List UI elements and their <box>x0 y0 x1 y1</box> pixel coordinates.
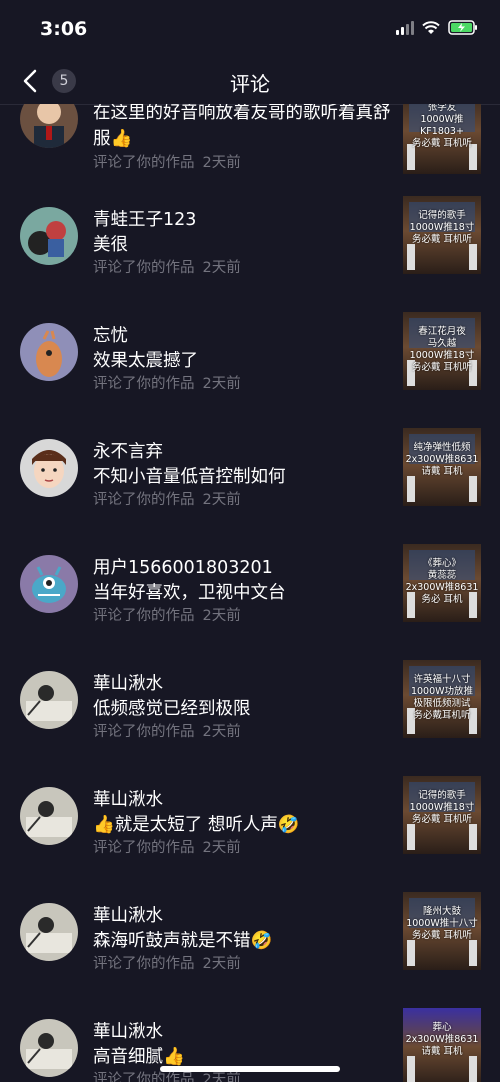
nav-bar: 5 评论 <box>0 58 500 105</box>
timestamp: 2天前 <box>202 155 241 171</box>
action-text: 评论了你的作品 <box>93 492 195 508</box>
avatar[interactable] <box>20 1019 78 1077</box>
list-item[interactable]: 青蛙王子123 美很 评论了你的作品 2天前 记得的歌手 1000W推18寸 务必… <box>0 196 500 312</box>
action-text: 评论了你的作品 <box>93 608 195 624</box>
list-item[interactable]: 華山湫水 👍就是太短了 想听人声🤣 评论了你的作品 2天前 记得的歌手 1000W… <box>0 776 500 892</box>
comment-meta: 评论了你的作品 2天前 <box>93 836 241 857</box>
thumbnail-caption: 葬心 2x300W推8631 请戴 耳机 <box>405 1022 479 1057</box>
user-name[interactable]: 華山湫水 <box>93 902 163 927</box>
thumbnail-caption: 《葬心》 黄蕊蕊 2x300W推8631 务必 耳机 <box>405 558 479 605</box>
user-name[interactable]: 用户1566001803201 <box>93 554 273 579</box>
status-bar: 3:06 <box>0 0 500 58</box>
status-time: 3:06 <box>40 18 88 40</box>
list-item[interactable]: 華山湫水 低频感觉已经到极限 评论了你的作品 2天前 许英福十八寸 1000W功放… <box>0 660 500 776</box>
user-name[interactable]: 忘忧 <box>93 322 128 347</box>
user-name[interactable]: 華山湫水 <box>93 670 163 695</box>
timestamp: 2天前 <box>202 956 241 972</box>
list-item[interactable]: 用户1566001803201 当年好喜欢，卫视中文台 评论了你的作品 2天前 《… <box>0 544 500 660</box>
comment-text: 效果太震撼了 <box>93 351 198 371</box>
user-name[interactable]: 永不言弃 <box>93 438 163 463</box>
video-thumbnail[interactable]: 记得的歌手 1000W推18寸 务必戴 耳机听 <box>403 196 481 274</box>
video-thumbnail[interactable]: 《葬心》 黄蕊蕊 2x300W推8631 务必 耳机 <box>403 544 481 622</box>
timestamp: 2天前 <box>202 492 241 508</box>
video-thumbnail[interactable]: 张学友 1000W推KF1803+ 务必戴 耳机听 <box>403 104 481 174</box>
timestamp: 2天前 <box>202 608 241 624</box>
thumbnail-caption: 春江花月夜 马久越 1000W推18寸 务必戴 耳机听 <box>409 326 475 373</box>
timestamp: 2天前 <box>202 1072 241 1082</box>
thumbnail-caption: 记得的歌手 1000W推18寸 务必戴 耳机听 <box>409 210 475 245</box>
comment-meta: 评论了你的作品 2天前 <box>93 604 241 625</box>
comment-meta: 评论了你的作品 2天前 <box>93 952 241 973</box>
thumbnail-caption: 隆州大鼓 1000W推十八寸 务必戴 耳机听 <box>406 906 478 941</box>
avatar[interactable] <box>20 207 78 265</box>
page-title: 评论 <box>230 72 270 96</box>
avatar[interactable] <box>20 787 78 845</box>
comment-meta: 评论了你的作品 2天前 <box>93 151 241 172</box>
thumbnail-caption: 张学友 1000W推KF1803+ 务必戴 耳机听 <box>411 104 473 149</box>
video-thumbnail[interactable]: 隆州大鼓 1000W推十八寸 务必戴 耳机听 <box>403 892 481 970</box>
video-thumbnail[interactable]: 春江花月夜 马久越 1000W推18寸 务必戴 耳机听 <box>403 312 481 390</box>
comment-text: 当年好喜欢，卫视中文台 <box>93 583 286 603</box>
action-text: 评论了你的作品 <box>93 155 195 171</box>
comment-text: 森海听鼓声就是不错🤣 <box>93 931 273 951</box>
action-text: 评论了你的作品 <box>93 956 195 972</box>
avatar[interactable] <box>20 439 78 497</box>
video-thumbnail[interactable]: 纯净弹性低频 2x300W推8631 请戴 耳机 <box>403 428 481 506</box>
comment-text: 低频感觉已经到极限 <box>93 699 251 719</box>
action-text: 评论了你的作品 <box>93 840 195 856</box>
action-text: 评论了你的作品 <box>93 724 195 740</box>
avatar[interactable] <box>20 903 78 961</box>
home-indicator[interactable] <box>160 1066 340 1072</box>
comment-text: 在这里的好音响放着友哥的歌听着真舒服👍 <box>93 104 391 149</box>
comment-text: 不知小音量低音控制如何 <box>93 467 286 487</box>
video-thumbnail[interactable]: 许英福十八寸 1000W功放推 极限低频测试 务必戴耳机听 <box>403 660 481 738</box>
action-text: 评论了你的作品 <box>93 260 195 276</box>
avatar[interactable] <box>20 555 78 613</box>
timestamp: 2天前 <box>202 840 241 856</box>
action-text: 评论了你的作品 <box>93 376 195 392</box>
comment-meta: 评论了你的作品 2天前 <box>93 720 241 741</box>
battery-charging-icon <box>448 20 478 35</box>
comment-meta: 评论了你的作品 2天前 <box>93 488 241 509</box>
thumbnail-caption: 纯净弹性低频 2x300W推8631 请戴 耳机 <box>405 442 479 477</box>
timestamp: 2天前 <box>202 260 241 276</box>
timestamp: 2天前 <box>202 724 241 740</box>
list-item[interactable]: 永不言弃 不知小音量低音控制如何 评论了你的作品 2天前 纯净弹性低频 2x300… <box>0 428 500 544</box>
avatar[interactable] <box>20 104 78 148</box>
wifi-icon <box>422 20 440 35</box>
video-thumbnail[interactable]: 葬心 2x300W推8631 请戴 耳机 <box>403 1008 481 1082</box>
comment-list[interactable]: 在这里的好音响放着友哥的歌听着真舒服👍 评论了你的作品 2天前 张学友 1000W… <box>0 104 500 1082</box>
video-thumbnail[interactable]: 记得的歌手 1000W推18寸 务必戴 耳机听 <box>403 776 481 854</box>
comment-meta: 评论了你的作品 2天前 <box>93 256 241 277</box>
comment-text: 美很 <box>93 235 128 255</box>
status-icons <box>396 20 478 35</box>
avatar[interactable] <box>20 323 78 381</box>
user-name[interactable]: 華山湫水 <box>93 786 163 811</box>
list-item[interactable]: 華山湫水 森海听鼓声就是不错🤣 评论了你的作品 2天前 隆州大鼓 1000W推十八… <box>0 892 500 1008</box>
list-item[interactable]: 忘忧 效果太震撼了 评论了你的作品 2天前 春江花月夜 马久越 1000W推18寸… <box>0 312 500 428</box>
comment-text: 👍就是太短了 想听人声🤣 <box>93 815 300 835</box>
comment-meta: 评论了你的作品 2天前 <box>93 372 241 393</box>
user-name[interactable]: 青蛙王子123 <box>93 206 196 231</box>
thumbnail-caption: 许英福十八寸 1000W功放推 极限低频测试 务必戴耳机听 <box>410 674 474 721</box>
timestamp: 2天前 <box>202 376 241 392</box>
cellular-signal-icon <box>396 20 414 35</box>
thumbnail-caption: 记得的歌手 1000W推18寸 务必戴 耳机听 <box>409 790 475 825</box>
user-name[interactable]: 華山湫水 <box>93 1018 163 1043</box>
action-text: 评论了你的作品 <box>93 1072 195 1082</box>
avatar[interactable] <box>20 671 78 729</box>
